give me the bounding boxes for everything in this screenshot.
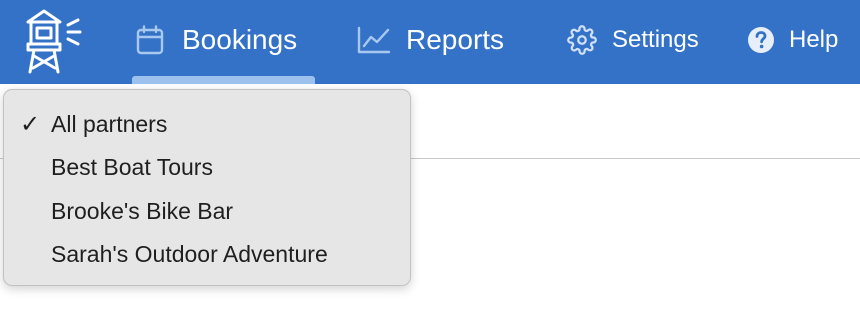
chart-line-icon	[357, 26, 391, 54]
menu-item-best-boat-tours[interactable]: Best Boat Tours	[4, 147, 410, 187]
menu-item-label: Best Boat Tours	[51, 153, 213, 180]
menu-item-all-partners[interactable]: ✓ All partners	[4, 104, 410, 144]
lighthouse-logo-icon[interactable]	[22, 8, 102, 74]
checkmark-icon: ✓	[20, 110, 41, 138]
nav-help-label: Help	[789, 26, 839, 53]
nav-settings-label: Settings	[612, 26, 699, 53]
nav-help[interactable]: Help	[747, 20, 838, 60]
nav-bookings[interactable]: Bookings	[136, 20, 297, 60]
menu-item-label: Sarah's Outdoor Adventure	[51, 240, 328, 267]
menu-item-sarahs-outdoor-adventure[interactable]: Sarah's Outdoor Adventure	[4, 234, 410, 274]
nav-settings[interactable]: Settings	[567, 20, 699, 60]
menu-item-label: All partners	[51, 110, 168, 137]
top-navbar: Bookings Reports Settings Help	[0, 0, 860, 84]
calendar-icon	[136, 25, 164, 55]
nav-bookings-label: Bookings	[182, 24, 298, 55]
active-tab-indicator	[132, 76, 315, 84]
partner-filter-menu: ✓ All partners Best Boat Tours Brooke's …	[3, 89, 411, 286]
question-circle-icon	[747, 26, 775, 54]
nav-reports-label: Reports	[406, 24, 505, 55]
menu-item-brookes-bike-bar[interactable]: Brooke's Bike Bar	[4, 191, 410, 231]
nav-reports[interactable]: Reports	[357, 20, 504, 60]
gear-icon	[567, 25, 597, 55]
menu-item-label: Brooke's Bike Bar	[51, 197, 234, 224]
